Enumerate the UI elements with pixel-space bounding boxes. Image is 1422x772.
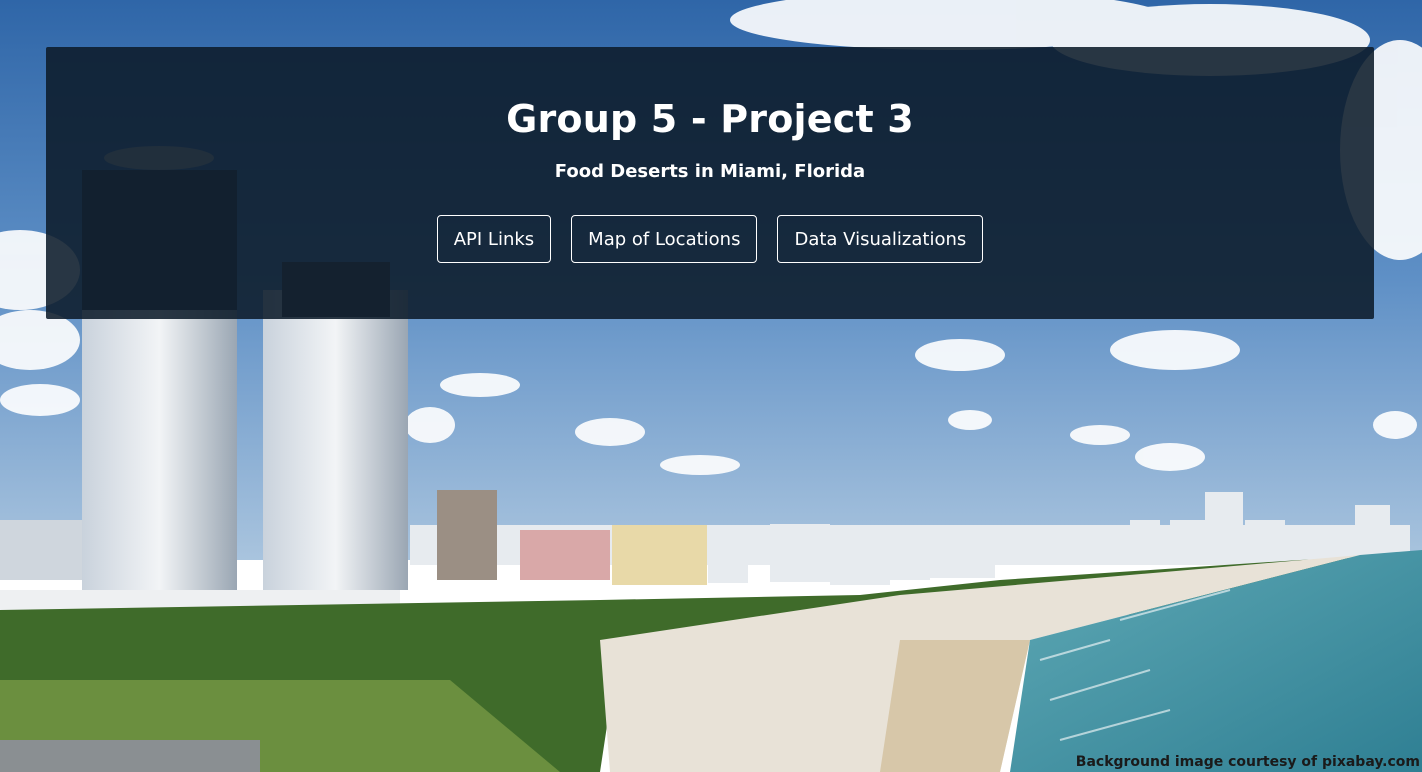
header-banner: Group 5 - Project 3 Food Deserts in Miam… — [46, 47, 1374, 319]
page-subtitle: Food Deserts in Miami, Florida — [554, 161, 866, 182]
api-links-button[interactable]: API Links — [436, 215, 552, 263]
data-visualizations-button[interactable]: Data Visualizations — [777, 215, 984, 263]
image-credit: Background image courtesy of pixabay.com — [1076, 754, 1420, 770]
pixabay-link[interactable]: pixabay.com — [1322, 754, 1420, 770]
map-of-locations-button[interactable]: Map of Locations — [571, 215, 758, 263]
image-credit-text: Background image courtesy of — [1075, 754, 1318, 770]
nav-buttons: API Links Map of Locations Data Visualiz… — [46, 215, 1374, 263]
page-title: Group 5 - Project 3 — [506, 97, 914, 141]
